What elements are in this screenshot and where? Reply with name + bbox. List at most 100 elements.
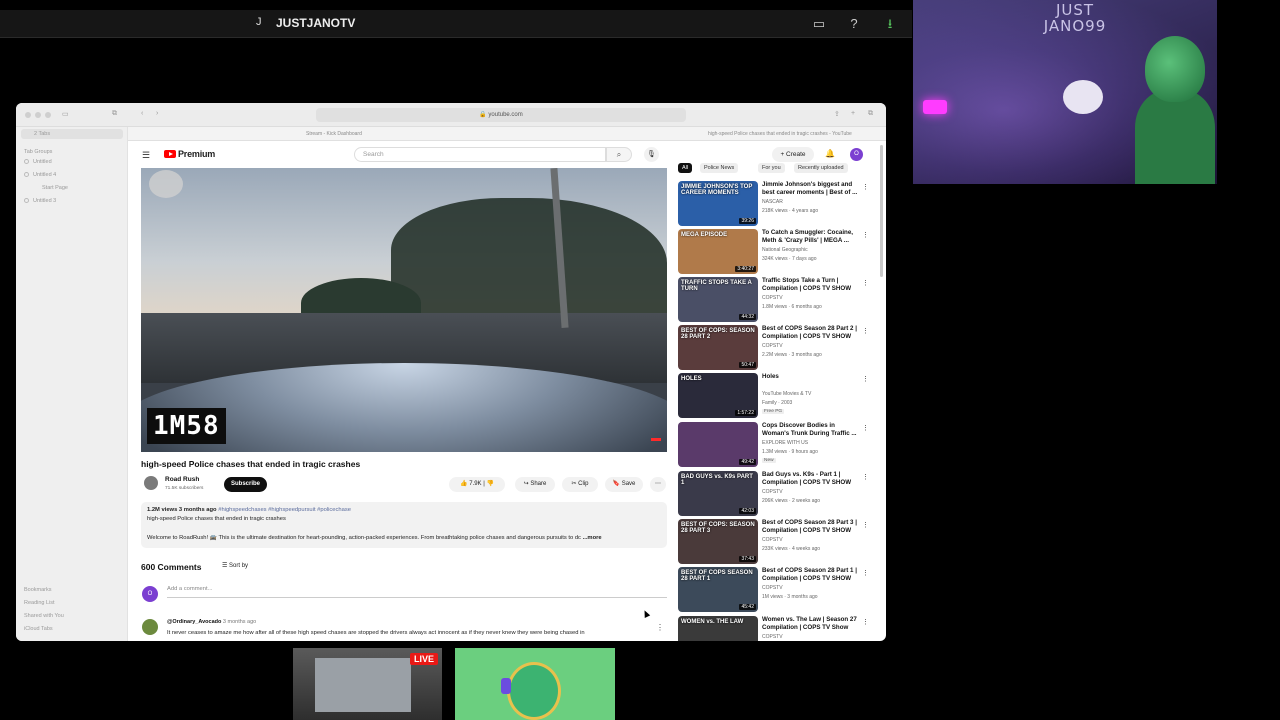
video-thumbnail[interactable]: WOMEN vs. THE LAW — [678, 616, 758, 641]
sidebar-item-untitled[interactable]: Untitled — [24, 159, 52, 165]
recommended-video[interactable]: HOLES 1:57:22 Holes YouTube Movies & TV Fami… — [678, 373, 878, 419]
recommended-title[interactable]: Cops Discover Bodies in Woman's Trunk Du… — [762, 422, 862, 438]
recommended-title[interactable]: Best of COPS Season 28 Part 3 | Compilat… — [762, 519, 862, 535]
sidebar-tabs-count[interactable]: 2 Tabs — [21, 129, 123, 139]
recommended-title[interactable]: Holes — [762, 373, 862, 381]
screen-share-icon[interactable]: ▭ — [810, 15, 828, 33]
recommended-title[interactable]: Jimmie Johnson's biggest and best career… — [762, 181, 862, 197]
recommended-channel[interactable]: COPSTV — [762, 537, 783, 543]
video-thumbnail[interactable]: BEST OF COPS: SEASON 28 PART 2 50:47 — [678, 325, 758, 370]
recommended-video[interactable]: BEST OF COPS: SEASON 28 PART 2 50:47 Best … — [678, 325, 878, 371]
video-menu-icon[interactable]: ⋮ — [862, 279, 869, 287]
recommended-channel[interactable]: COPSTV — [762, 585, 783, 591]
tabs-icon[interactable]: ⧉ — [868, 110, 873, 118]
recommended-channel[interactable]: YouTube Movies & TV — [762, 391, 811, 397]
video-menu-icon[interactable]: ⋮ — [862, 183, 869, 191]
channel-name[interactable]: JUSTJANOTV — [276, 16, 355, 30]
subscribe-button[interactable]: Subscribe — [224, 477, 267, 492]
account-avatar[interactable]: O — [850, 148, 863, 161]
recommended-channel[interactable]: NASCAR — [762, 199, 783, 205]
video-thumbnail[interactable]: MEGA EPISODE 3:40:27 — [678, 229, 758, 274]
channel-link[interactable]: Road Rush — [165, 476, 199, 483]
recommended-title[interactable]: Women vs. The Law | Season 27 Compilatio… — [762, 616, 862, 632]
recommended-title[interactable]: Traffic Stops Take a Turn | Compilation … — [762, 277, 862, 293]
recommended-title[interactable]: Bad Guys vs. K9s - Part 1 | Compilation … — [762, 471, 862, 487]
more-actions-icon[interactable]: ⋯ — [650, 477, 666, 492]
tab-overview-icon[interactable]: ⧉ — [112, 110, 117, 118]
recommended-title[interactable]: To Catch a Smuggler: Cocaine, Meth & 'Cr… — [762, 229, 862, 245]
video-menu-icon[interactable]: ⋮ — [862, 424, 869, 432]
mic-icon[interactable]: 🎙 — [644, 147, 659, 162]
sidebar-shared-with-you[interactable]: Shared with You — [24, 613, 64, 619]
help-icon[interactable]: ? — [845, 15, 863, 33]
recommended-video[interactable]: BEST OF COPS SEASON 28 PART 1 45:42 Best o… — [678, 567, 878, 613]
video-menu-icon[interactable]: ⋮ — [862, 569, 869, 577]
youtube-logo-text[interactable]: Premium — [178, 149, 215, 159]
recommended-video[interactable]: BEST OF COPS: SEASON 28 PART 3 37:43 Best … — [678, 519, 878, 565]
video-thumbnail[interactable]: TRAFFIC STOPS TAKE A TURN 44:32 — [678, 277, 758, 322]
youtube-logo-icon[interactable] — [164, 150, 176, 158]
description-tags[interactable]: #highspeedchases #highspeedpursuit #poli… — [218, 507, 351, 513]
video-menu-icon[interactable]: ⋮ — [862, 327, 869, 335]
close-window-button[interactable] — [25, 112, 31, 118]
menu-icon[interactable]: ☰ — [142, 150, 150, 161]
share-button[interactable]: ↪ Share — [515, 477, 555, 492]
recommended-channel[interactable]: COPSTV — [762, 634, 783, 640]
create-button[interactable]: + Create — [772, 147, 814, 162]
sidebar-item-start-page[interactable]: Start Page — [42, 185, 68, 191]
recommended-channel[interactable]: EXPLORE WITH US — [762, 440, 808, 446]
scrollbar[interactable] — [880, 145, 883, 277]
recommended-video[interactable]: 49:42 Cops Discover Bodies in Woman's Tru… — [678, 422, 878, 468]
new-tab-icon[interactable]: + — [851, 110, 855, 117]
video-thumbnail[interactable]: BEST OF COPS: SEASON 28 PART 3 37:43 — [678, 519, 758, 564]
video-menu-icon[interactable]: ⋮ — [862, 375, 869, 383]
clip-button[interactable]: ✂ Clip — [562, 477, 598, 492]
sidebar-item-untitled-4[interactable]: Untitled 4 — [24, 172, 56, 178]
search-icon[interactable]: ⌕ — [606, 147, 632, 162]
back-icon[interactable]: ‹ — [141, 110, 143, 117]
tab-kick-dashboard[interactable]: Stream - Kick Dashboard — [306, 131, 362, 137]
share-icon[interactable]: ⇪ — [834, 110, 840, 118]
video-thumbnail[interactable]: JIMMIE JOHNSON'S TOP CAREER MOMENTS 39:26 — [678, 181, 758, 226]
video-player[interactable]: 1M58 — [141, 168, 667, 452]
sort-by-button[interactable]: ☰ Sort by — [222, 562, 248, 569]
comment-author[interactable]: @Ordinary_Avocado 3 months ago — [167, 619, 256, 625]
video-thumbnail[interactable]: BEST OF COPS SEASON 28 PART 1 45:42 — [678, 567, 758, 612]
avatar-thumbnail[interactable] — [455, 648, 615, 720]
chip-for-you[interactable]: For you — [758, 163, 785, 173]
recommended-channel[interactable]: COPSTV — [762, 489, 783, 495]
recommended-video[interactable]: JIMMIE JOHNSON'S TOP CAREER MOMENTS 39:26… — [678, 181, 878, 227]
comment-menu-icon[interactable]: ⋮ — [656, 623, 664, 632]
comment-username[interactable]: @Ordinary_Avocado — [167, 619, 221, 625]
sidebar-icloud-tabs[interactable]: iCloud Tabs — [24, 626, 53, 632]
sidebar-bookmarks[interactable]: Bookmarks — [24, 587, 52, 593]
description-box[interactable]: 1.2M views 3 months ago #highspeedchases… — [141, 502, 667, 548]
commenter-avatar[interactable] — [142, 619, 158, 635]
chip-recently-uploaded[interactable]: Recently uploaded — [794, 163, 848, 173]
like-button[interactable]: 👍 7.9K | 👎 — [449, 477, 505, 492]
video-menu-icon[interactable]: ⋮ — [862, 231, 869, 239]
video-menu-icon[interactable]: ⋮ — [862, 473, 869, 481]
channel-avatar[interactable] — [144, 476, 158, 490]
chip-police-news[interactable]: Police News — [700, 163, 739, 173]
stream-preview-thumbnail[interactable]: LIVE — [293, 648, 442, 720]
address-bar[interactable]: 🔒 youtube.com — [316, 108, 686, 122]
video-thumbnail[interactable]: 49:42 — [678, 422, 758, 467]
zoom-window-button[interactable] — [45, 112, 51, 118]
sidebar-reading-list[interactable]: Reading List — [24, 600, 55, 606]
minimize-window-button[interactable] — [35, 112, 41, 118]
sidebar-toggle-icon[interactable]: ▭ — [62, 110, 69, 118]
search-input[interactable]: Search — [354, 147, 606, 162]
recommended-channel[interactable]: COPSTV — [762, 295, 783, 301]
video-thumbnail[interactable]: BAD GUYS vs. K9s PART 1 42:03 — [678, 471, 758, 516]
sidebar-item-untitled-3[interactable]: Untitled 3 — [24, 198, 56, 204]
save-button[interactable]: 🔖 Save — [605, 477, 643, 492]
video-menu-icon[interactable]: ⋮ — [862, 618, 869, 626]
recommended-video[interactable]: TRAFFIC STOPS TAKE A TURN 44:32 Traffic St… — [678, 277, 878, 323]
recommended-title[interactable]: Best of COPS Season 28 Part 1 | Compilat… — [762, 567, 862, 583]
video-thumbnail[interactable]: HOLES 1:57:22 — [678, 373, 758, 418]
video-menu-icon[interactable]: ⋮ — [862, 521, 869, 529]
recommended-video[interactable]: MEGA EPISODE 3:40:27 To Catch a Smuggler: … — [678, 229, 878, 275]
tab-youtube-video[interactable]: high-speed Police chases that ended in t… — [708, 131, 852, 137]
download-icon[interactable]: ⭳ — [881, 15, 899, 33]
